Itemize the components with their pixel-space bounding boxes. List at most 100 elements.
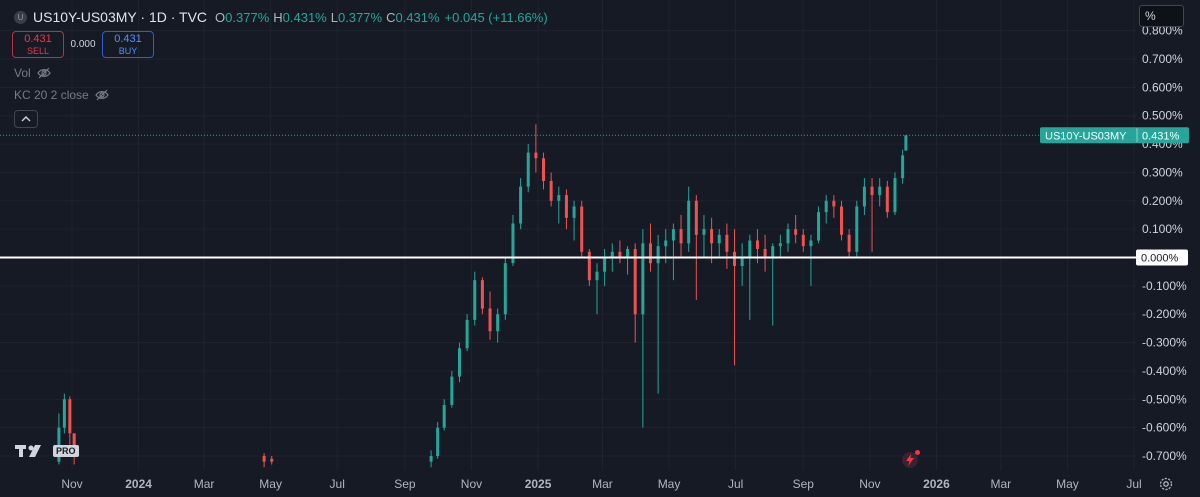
sell-button[interactable]: 0.431 SELL	[12, 31, 64, 58]
time-axis[interactable]: Nov 2024 Mar May Jul Sep Nov 2025 Mar May Jul Sep No…	[61, 477, 1141, 491]
high-value: 0.431%	[282, 9, 327, 25]
y-tick-label: 0.500%	[1142, 109, 1183, 123]
y-tick-label: 0.200%	[1142, 194, 1183, 208]
candle-body	[710, 229, 714, 244]
symbol-title[interactable]: US10Y-US03MY · 1D · TVC	[33, 9, 207, 25]
candle-body	[519, 186, 523, 224]
low-label: L	[330, 9, 338, 25]
candle-body	[794, 229, 798, 235]
candle-body	[262, 456, 266, 462]
candle-body	[595, 271, 599, 281]
unit-selector[interactable]: %	[1139, 5, 1184, 27]
candle-body	[671, 229, 675, 241]
candle-body	[473, 280, 477, 320]
eye-hidden-icon[interactable]	[94, 88, 109, 102]
x-tick-label: Jul	[1126, 477, 1141, 491]
buy-label: BUY	[118, 45, 138, 56]
zero-label: 0.000%	[1141, 253, 1179, 265]
candle-body	[901, 155, 905, 179]
candle-body	[580, 206, 584, 252]
x-tick-label: Nov	[859, 477, 880, 491]
x-tick-label: Sep	[793, 477, 815, 491]
lightning-icon	[906, 454, 914, 466]
price-axis[interactable]: 0.800%0.700%0.600%0.500%0.400%0.300%0.20…	[1142, 24, 1187, 463]
y-tick-label: -0.400%	[1142, 364, 1187, 378]
candle-body	[809, 240, 813, 247]
y-tick-label: 0.600%	[1142, 80, 1183, 94]
candle-body	[733, 251, 737, 267]
candle-body	[488, 308, 492, 332]
candle-body	[641, 243, 645, 315]
candle-body	[480, 280, 484, 309]
candle-body	[832, 200, 836, 207]
y-tick-label: 0.100%	[1142, 222, 1183, 236]
candle-body	[648, 243, 652, 264]
candle-body	[904, 135, 908, 151]
candle-body	[587, 251, 591, 281]
candle-body	[786, 229, 790, 244]
high-label: H	[273, 9, 283, 25]
flash-notification-button[interactable]	[902, 450, 920, 468]
candle-body	[839, 206, 843, 235]
open-label: O	[215, 9, 226, 25]
x-tick-label: Sep	[394, 477, 416, 491]
x-tick-label: 2026	[923, 477, 950, 491]
y-tick-label: -0.700%	[1142, 449, 1187, 463]
candle-body	[679, 229, 683, 244]
x-tick-label: 2024	[125, 477, 152, 491]
collapse-legend-button[interactable]	[14, 110, 38, 128]
y-tick-label: 0.300%	[1142, 165, 1183, 179]
x-tick-label: May	[1056, 477, 1079, 491]
candle-body	[847, 234, 851, 252]
settings-gear-icon[interactable]	[1158, 476, 1174, 492]
price-label-group: US10Y-US03MY 0.431%	[1040, 127, 1189, 144]
close-value: 0.431%	[395, 9, 440, 25]
candle-body	[429, 456, 433, 462]
candle-body	[633, 248, 637, 315]
candle-body	[725, 234, 729, 252]
pro-badge: PRO	[53, 445, 79, 457]
x-tick-label: 2025	[525, 477, 552, 491]
candle-body	[740, 257, 744, 267]
indicator-kc-label: KC 20 2 close	[14, 88, 89, 102]
y-tick-label: -0.100%	[1142, 279, 1187, 293]
spread-value: 0.000	[70, 39, 96, 50]
symbol-logo-icon[interactable]: U	[14, 10, 27, 24]
zero-label-group: 0.000%	[1136, 249, 1188, 266]
low-value: 0.377%	[337, 9, 383, 25]
candle-body	[687, 200, 691, 244]
indicator-vol[interactable]: Vol	[14, 66, 51, 80]
y-tick-label: 0.700%	[1142, 52, 1183, 66]
candle-body	[62, 399, 66, 428]
indicator-vol-label: Vol	[14, 66, 31, 80]
candle-body	[694, 200, 698, 235]
candle-body	[755, 240, 759, 249]
x-tick-label: May	[259, 477, 282, 491]
chart-legend-header: U US10Y-US03MY · 1D · TVC O 0.377% H 0.4…	[14, 8, 548, 26]
indicator-kc[interactable]: KC 20 2 close	[14, 88, 109, 102]
buy-button[interactable]: 0.431 BUY	[102, 31, 154, 58]
candle-body	[817, 212, 821, 241]
candle-body	[526, 152, 530, 187]
candle-body	[885, 186, 889, 213]
chevron-up-icon	[21, 116, 31, 122]
eye-hidden-icon[interactable]	[36, 66, 51, 80]
open-value: 0.377%	[225, 9, 270, 25]
notification-dot	[915, 450, 920, 455]
x-tick-label: Mar	[194, 477, 215, 491]
y-tick-label: -0.600%	[1142, 421, 1187, 435]
candle-body	[878, 186, 882, 196]
candle-body	[855, 206, 859, 252]
candle-body	[656, 246, 660, 264]
candlestick-series	[57, 124, 908, 468]
candle-body	[870, 186, 874, 196]
x-tick-label: Nov	[61, 477, 82, 491]
tradingview-logo: PRO	[15, 443, 79, 459]
candle-body	[893, 178, 897, 213]
price-chart[interactable]: 0.800%0.700%0.600%0.500%0.400%0.300%0.20…	[0, 0, 1200, 497]
candle-body	[717, 234, 721, 244]
candle-body	[771, 246, 775, 258]
candle-body	[748, 240, 752, 258]
price-label-value: 0.431%	[1142, 130, 1180, 142]
candle-body	[450, 376, 454, 405]
